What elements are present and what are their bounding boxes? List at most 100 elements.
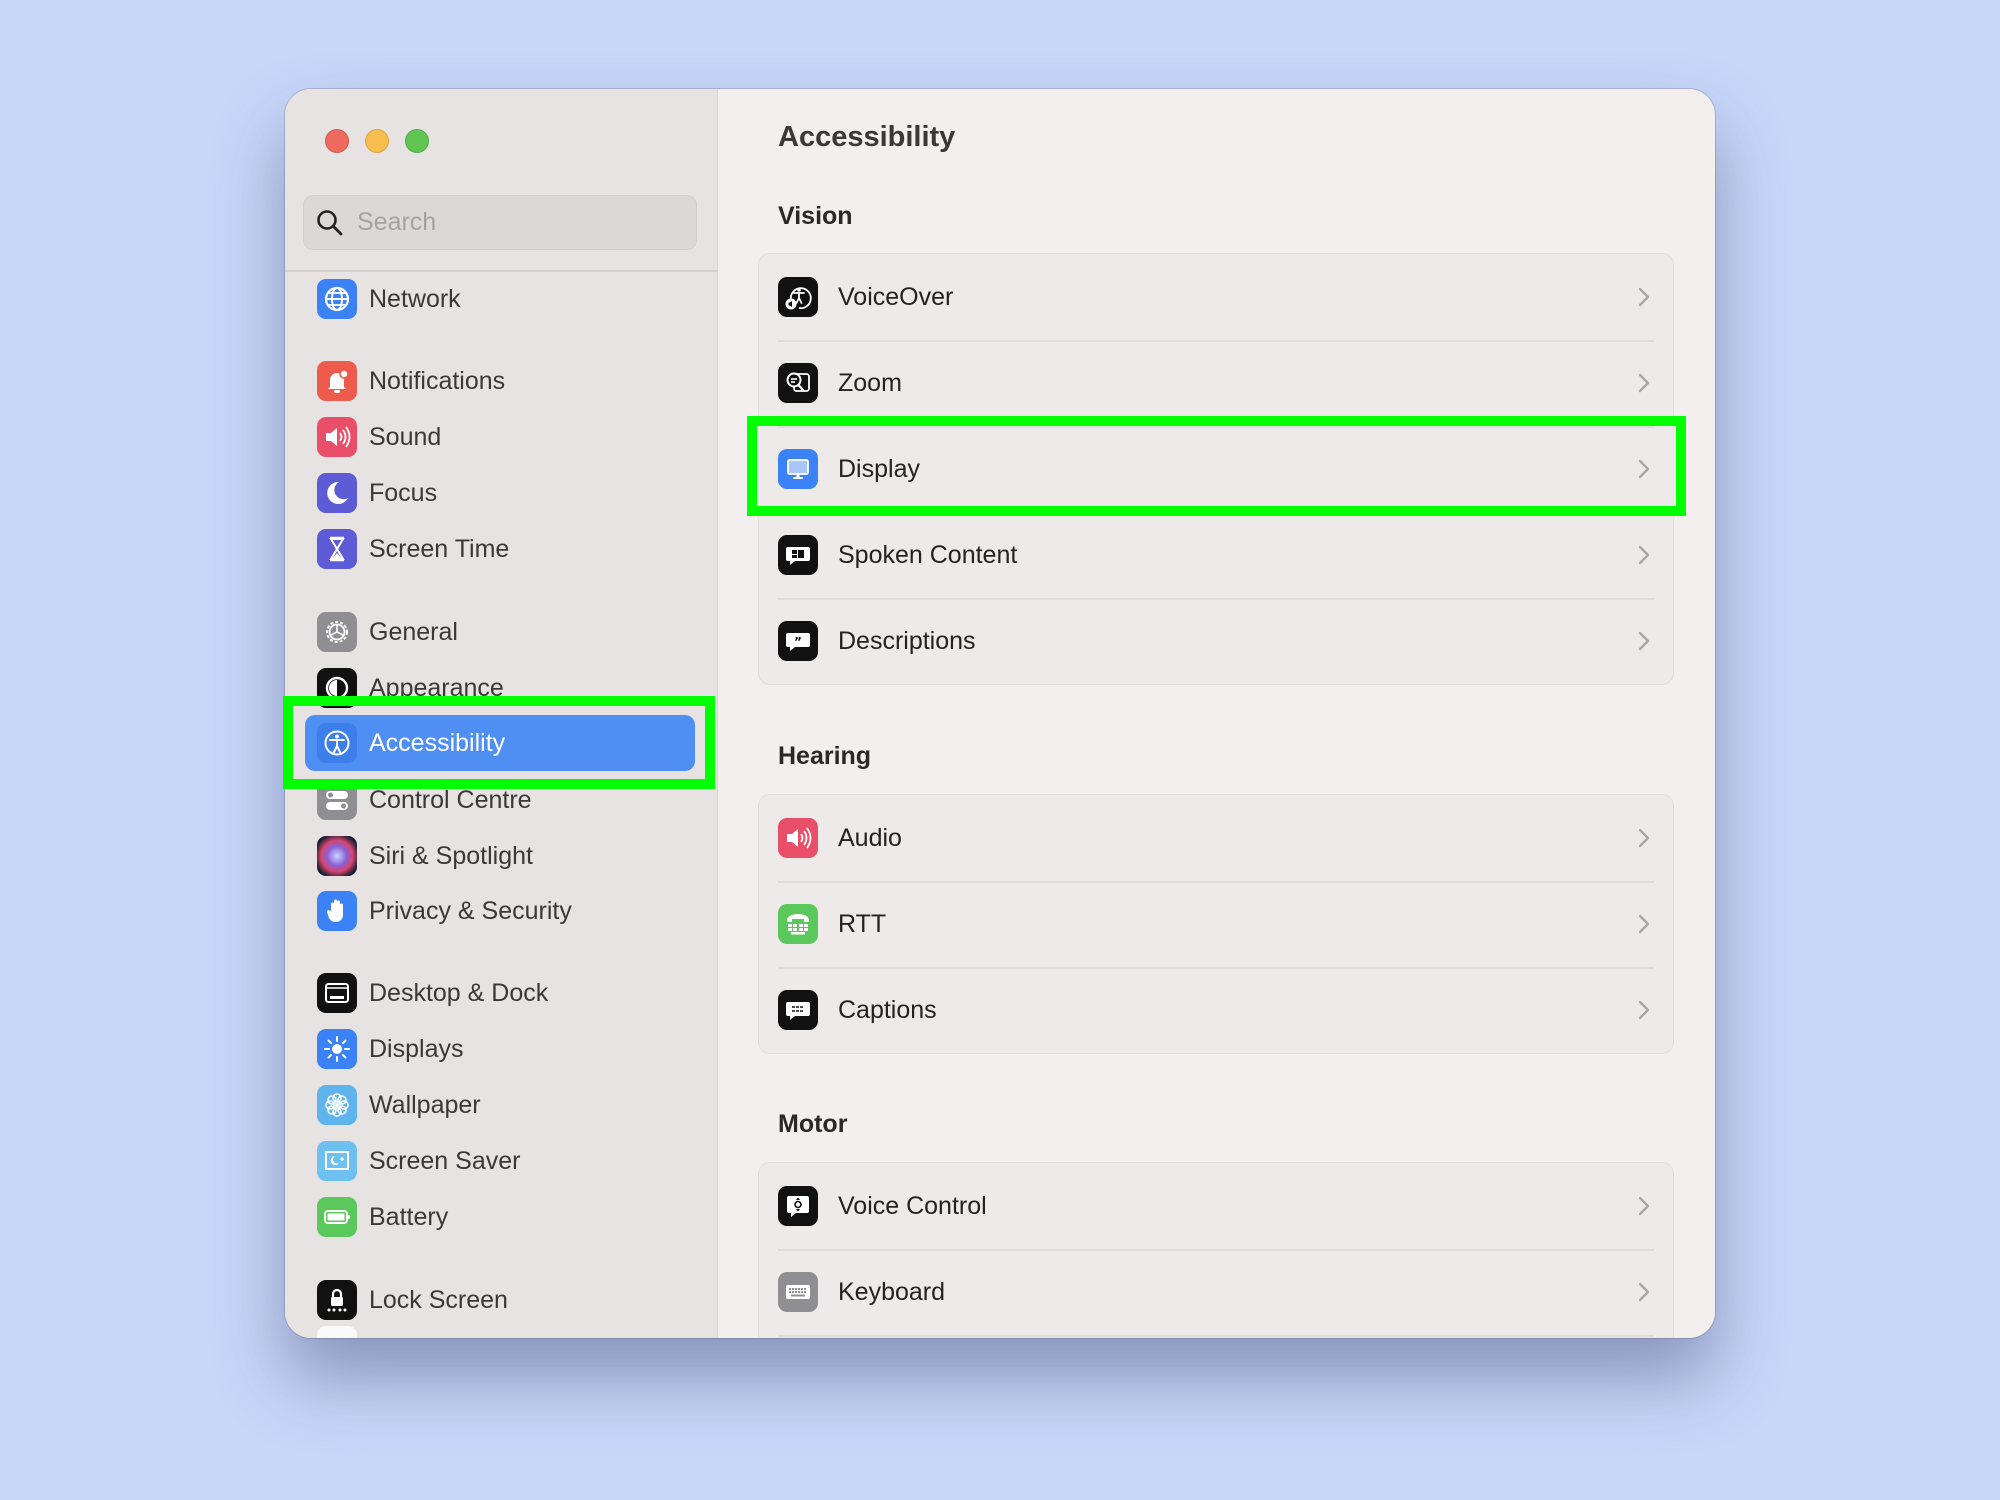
row-label: Audio	[838, 823, 902, 852]
speaker-icon	[317, 417, 357, 457]
sidebar-item-label: Accessibility	[369, 728, 506, 757]
sidebar-item-label: Sound	[369, 422, 442, 451]
chevron-right-icon	[1637, 457, 1651, 481]
search-input[interactable]	[355, 207, 679, 238]
sidebar-item-appearance[interactable]: Appearance	[305, 660, 695, 716]
row-voiceover[interactable]: VoiceOver	[759, 254, 1673, 340]
sidebar-item-siri-spotlight[interactable]: Siri & Spotlight	[305, 828, 695, 884]
captions-bubble-icon	[778, 990, 818, 1030]
sidebar-item-label: Screen Saver	[369, 1146, 521, 1175]
appearance-icon	[317, 668, 357, 708]
sidebar-item-general[interactable]: General	[305, 604, 695, 660]
sidebar-item-label: General	[369, 617, 458, 646]
chevron-right-icon	[1637, 285, 1651, 309]
sidebar-item-accessibility[interactable]: Accessibility	[305, 715, 695, 771]
search-icon	[315, 208, 345, 238]
voice-control-icon	[778, 1186, 818, 1226]
chevron-right-icon	[1637, 998, 1651, 1022]
minimize-button[interactable]	[365, 129, 389, 153]
motor-card: Voice Control Keyboard	[758, 1162, 1674, 1338]
section-heading-motor: Motor	[778, 1110, 848, 1138]
sidebar-item-battery[interactable]: Battery	[305, 1189, 695, 1245]
row-rtt[interactable]: RTT	[759, 881, 1673, 967]
sidebar-item-label: Appearance	[369, 673, 504, 702]
sidebar-item-label: Focus	[369, 478, 438, 507]
screensaver-icon	[317, 1141, 357, 1181]
lock-icon	[317, 1280, 357, 1320]
sidebar-item-screen-time[interactable]: Screen Time	[305, 521, 695, 577]
search-field[interactable]	[303, 195, 697, 250]
sidebar-item-network[interactable]: Network	[305, 271, 695, 327]
section-heading-vision: Vision	[778, 202, 853, 230]
sidebar-item-label: Displays	[369, 1034, 464, 1063]
sidebar-item-wallpaper[interactable]: Wallpaper	[305, 1077, 695, 1133]
next-item-icon-partial	[317, 1326, 357, 1338]
sidebar-item-lock-screen[interactable]: Lock Screen	[305, 1272, 695, 1328]
siri-icon	[317, 836, 357, 876]
sidebar-item-notifications[interactable]: Notifications	[305, 353, 695, 409]
sidebar: Network Notifications Sound Focus Screen	[285, 89, 718, 1338]
zoom-magnifier-icon	[778, 363, 818, 403]
row-spoken-content[interactable]: Spoken Content	[759, 512, 1673, 598]
row-label: Descriptions	[838, 626, 976, 655]
flower-icon	[317, 1085, 357, 1125]
sidebar-item-label: Lock Screen	[369, 1285, 508, 1314]
quote-bubble-icon: ”	[778, 621, 818, 661]
row-next-partial	[759, 1335, 1673, 1338]
sidebar-item-screen-saver[interactable]: Screen Saver	[305, 1133, 695, 1189]
sidebar-item-desktop-dock[interactable]: Desktop & Dock	[305, 965, 695, 1021]
row-label: Zoom	[838, 368, 902, 397]
row-descriptions[interactable]: ” Descriptions	[759, 598, 1673, 684]
svg-text:”: ”	[794, 635, 802, 649]
row-voice-control[interactable]: Voice Control	[759, 1163, 1673, 1249]
moon-icon	[317, 473, 357, 513]
row-keyboard[interactable]: Keyboard	[759, 1249, 1673, 1335]
row-audio[interactable]: Audio	[759, 795, 1673, 881]
sidebar-item-label: Control Centre	[369, 785, 532, 814]
row-captions[interactable]: Captions	[759, 967, 1673, 1053]
voiceover-icon	[778, 277, 818, 317]
row-label: Captions	[838, 995, 937, 1024]
sidebar-item-label: Screen Time	[369, 534, 510, 563]
row-label: Keyboard	[838, 1277, 946, 1306]
row-zoom[interactable]: Zoom	[759, 340, 1673, 426]
sidebar-item-displays[interactable]: Displays	[305, 1021, 695, 1077]
row-display[interactable]: Display	[759, 426, 1673, 512]
sidebar-item-sound[interactable]: Sound	[305, 409, 695, 465]
sidebar-item-privacy-security[interactable]: Privacy & Security	[305, 883, 695, 939]
spoken-content-icon	[778, 535, 818, 575]
section-heading-hearing: Hearing	[778, 742, 872, 770]
sun-icon	[317, 1029, 357, 1069]
row-label: Spoken Content	[838, 540, 1018, 569]
toggles-icon	[317, 780, 357, 820]
row-label: Voice Control	[838, 1191, 987, 1220]
tty-phone-icon	[778, 904, 818, 944]
system-settings-window: Network Notifications Sound Focus Screen	[285, 89, 1715, 1338]
chevron-right-icon	[1637, 826, 1651, 850]
sidebar-item-control-centre[interactable]: Control Centre	[305, 772, 695, 828]
speaker-icon	[778, 818, 818, 858]
sidebar-item-label: Siri & Spotlight	[369, 841, 533, 870]
globe-icon	[317, 279, 357, 319]
dock-icon	[317, 973, 357, 1013]
keyboard-icon	[778, 1272, 818, 1312]
chevron-right-icon	[1637, 912, 1651, 936]
gear-icon	[317, 612, 357, 652]
page-title: Accessibility	[778, 121, 956, 153]
chevron-right-icon	[1637, 371, 1651, 395]
row-label: RTT	[838, 909, 887, 938]
vision-card: VoiceOver Zoom Display Spoken Content ” …	[758, 253, 1674, 685]
battery-icon	[317, 1197, 357, 1237]
row-label: Display	[838, 454, 920, 483]
zoom-button[interactable]	[405, 129, 429, 153]
sidebar-item-label: Network	[369, 284, 461, 313]
sidebar-item-focus[interactable]: Focus	[305, 465, 695, 521]
sidebar-item-label: Wallpaper	[369, 1090, 481, 1119]
chevron-right-icon	[1637, 543, 1651, 567]
hourglass-icon	[317, 529, 357, 569]
sidebar-item-label: Notifications	[369, 366, 506, 395]
close-button[interactable]	[325, 129, 349, 153]
hand-icon	[317, 891, 357, 931]
hearing-card: Audio RTT Captions	[758, 794, 1674, 1054]
sidebar-item-label: Desktop & Dock	[369, 978, 549, 1007]
